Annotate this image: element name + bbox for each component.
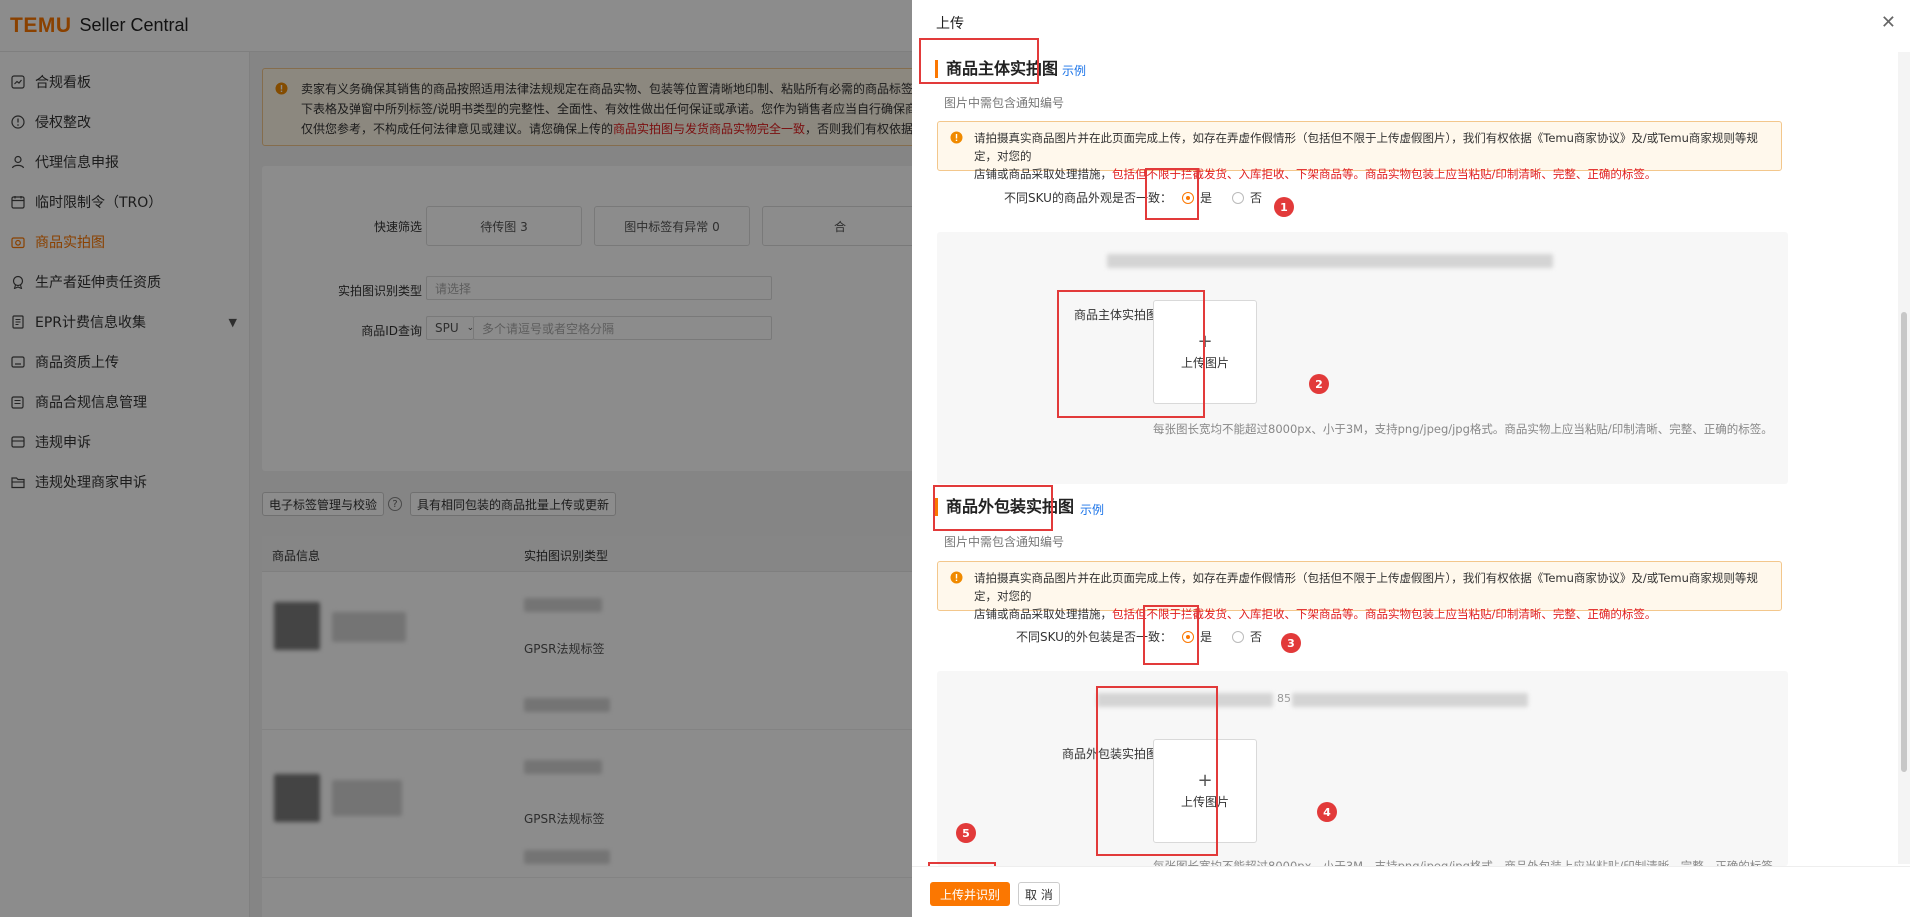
upload-drawer: 上传 ✕ 商品主体实拍图 示例 图片中需包含通知编号 请拍摄真实商品图片并在此页… (912, 0, 1910, 917)
annotation-badge: 1 (1274, 197, 1294, 217)
example-link[interactable]: 示例 (1080, 501, 1104, 518)
scrollbar-thumb[interactable] (1901, 312, 1907, 772)
warning-line: 请拍摄真实商品图片并在此页面完成上传，如存在弄虚作假情形（包括但不限于上传虚假图… (974, 571, 1758, 603)
annotation-frame (919, 38, 1039, 84)
annotation-badge: 3 (1281, 633, 1301, 653)
annotation-frame (1145, 168, 1199, 220)
drawer-footer: 上传并识别 取 消 (912, 866, 1910, 917)
radio-unchecked-icon (1231, 630, 1244, 643)
upload-panel: 85 商品外包装实拍图： + 上传图片 每张图长宽均不能超过8000px、小于3… (937, 671, 1788, 866)
radio-no[interactable]: 否 (1231, 628, 1262, 645)
annotation-badge: 4 (1317, 802, 1337, 822)
drawer-title: 上传 (936, 16, 964, 32)
annotation-frame (1057, 290, 1205, 418)
annotation-frame (1143, 605, 1199, 665)
upload-hint: 每张图长宽均不能超过8000px、小于3M，支持png/jpeg/jpg格式。商… (1153, 422, 1773, 436)
scrollbar[interactable] (1898, 52, 1910, 864)
cancel-button[interactable]: 取 消 (1018, 882, 1060, 906)
sku-appearance-question: 不同SKU的商品外观是否一致： 是 否 (1004, 189, 1262, 206)
warning-icon (950, 571, 963, 589)
example-link[interactable]: 示例 (1062, 62, 1086, 79)
blurred-text (1292, 693, 1528, 707)
drawer-header: 上传 (912, 0, 1910, 46)
annotation-frame (933, 485, 1053, 531)
annotation-badge: 5 (956, 823, 976, 843)
annotation-frame (1096, 686, 1218, 856)
warning-icon (950, 131, 963, 149)
blurred-fragment: 85 (1277, 692, 1291, 705)
warning-line: 请拍摄真实商品图片并在此页面完成上传，如存在弄虚作假情形（包括但不限于上传虚假图… (974, 131, 1758, 163)
warning-box: 请拍摄真实商品图片并在此页面完成上传，如存在弄虚作假情形（包括但不限于上传虚假图… (937, 121, 1782, 181)
upload-hint: 每张图长宽均不能超过8000px、小于3M、支持png/jpeg/jpg格式。商… (1153, 859, 1785, 866)
section-subtitle: 图片中需包含通知编号 (944, 535, 1065, 549)
blurred-text (1107, 254, 1553, 268)
sku-package-question: 不同SKU的外包装是否一致： 是 否 (1016, 628, 1262, 645)
warning-line: 店铺或商品采取处理措施，包括但不限于拦截发货、入库拒收、下架商品等。商品实物包装… (974, 607, 1657, 621)
close-icon[interactable]: ✕ (1881, 12, 1896, 33)
warning-box: 请拍摄真实商品图片并在此页面完成上传，如存在弄虚作假情形（包括但不限于上传虚假图… (937, 561, 1782, 621)
radio-unchecked-icon (1231, 191, 1244, 204)
radio-no[interactable]: 否 (1231, 189, 1262, 206)
annotation-badge: 2 (1309, 374, 1329, 394)
section-subtitle: 图片中需包含通知编号 (944, 96, 1065, 110)
upload-and-recognize-button[interactable]: 上传并识别 (930, 882, 1011, 906)
warning-line: 店铺或商品采取处理措施，包括但不限于拦截发货、入库拒收、下架商品等。商品实物包装… (974, 167, 1657, 181)
